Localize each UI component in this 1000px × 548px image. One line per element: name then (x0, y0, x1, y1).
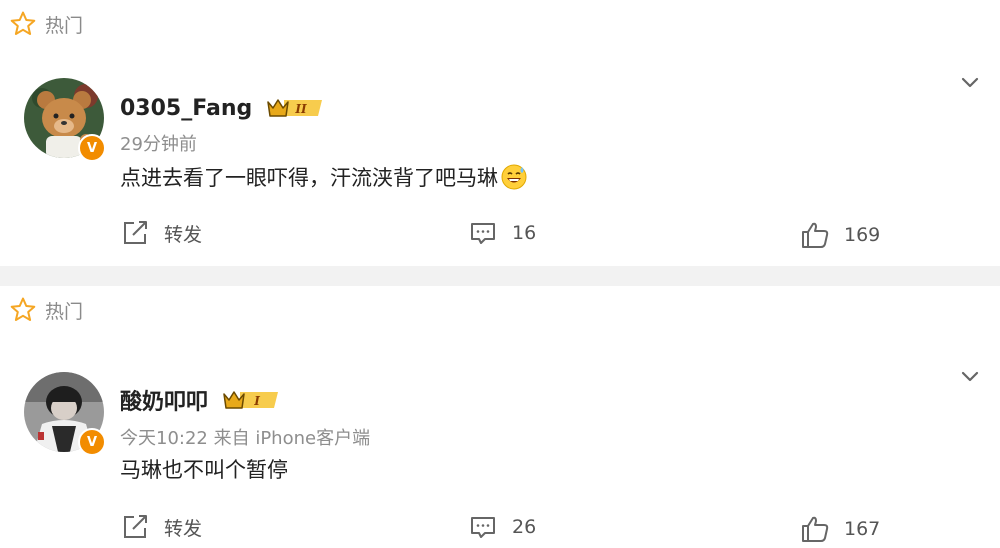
hot-tag: 热门 (9, 296, 83, 324)
forward-label: 转发 (164, 517, 203, 540)
hot-label: 热门 (45, 300, 84, 323)
comment-button[interactable]: 26 (468, 512, 536, 542)
hot-label: 热门 (45, 14, 84, 37)
vip-crown-icon[interactable]: I (220, 388, 282, 412)
chevron-down-icon[interactable] (958, 70, 982, 94)
username[interactable]: 0305_Fang (120, 96, 252, 121)
vip-crown-icon[interactable]: II (264, 96, 326, 120)
sweat-smile-emoji (501, 164, 527, 190)
comment-button[interactable]: 16 (468, 218, 536, 248)
forward-icon (124, 221, 147, 244)
comment-count: 26 (512, 516, 537, 538)
like-icon (802, 222, 829, 248)
avatar[interactable]: V (24, 78, 106, 162)
verified-badge: V (78, 134, 106, 162)
forward-label: 转发 (164, 223, 203, 246)
chevron-down-icon[interactable] (958, 364, 982, 388)
like-icon (802, 516, 829, 542)
star-outline-icon (10, 11, 36, 35)
verified-v-icon: V (86, 434, 98, 450)
like-count: 167 (844, 518, 881, 540)
forward-button[interactable]: 转发 (120, 512, 202, 542)
comment-card: 热门 V 酸奶叩叩 I 今天10:22 来自 iPhone客户端 马琳也不叫个暂… (0, 286, 1000, 548)
comment-feed: 热门 V 0305_Fang II 29分钟前 点进去看了一眼吓得，汗流浃背了吧… (0, 0, 1000, 548)
comment-time-source: 今天10:22 来自 iPhone客户端 (120, 428, 371, 449)
comment-text: 马琳也不叫个暂停 (120, 458, 288, 482)
author-row: 酸奶叩叩 I (120, 384, 282, 416)
verified-v-icon: V (86, 140, 98, 156)
like-button[interactable]: 169 (800, 220, 880, 250)
username[interactable]: 酸奶叩叩 (120, 384, 208, 416)
comment-icon (471, 517, 495, 538)
verified-badge: V (78, 428, 106, 456)
comment-card: 热门 V 0305_Fang II 29分钟前 点进去看了一眼吓得，汗流浃背了吧… (0, 0, 1000, 266)
like-button[interactable]: 167 (800, 514, 880, 544)
forward-icon (124, 515, 147, 538)
hot-tag: 热门 (9, 10, 83, 38)
comment-icon (471, 223, 495, 244)
avatar[interactable]: V (24, 372, 106, 456)
comment-text: 点进去看了一眼吓得，汗流浃背了吧马琳 (120, 166, 498, 190)
level-badge-text: II (295, 102, 308, 116)
comment-count: 16 (512, 222, 537, 244)
level-badge-text: I (253, 394, 260, 408)
comment-text-row: 马琳也不叫个暂停 (120, 454, 288, 484)
forward-button[interactable]: 转发 (120, 218, 202, 248)
comment-time: 29分钟前 (120, 134, 197, 155)
star-outline-icon (10, 297, 36, 321)
comment-text-row: 点进去看了一眼吓得，汗流浃背了吧马琳 (120, 162, 528, 192)
like-count: 169 (844, 224, 881, 246)
comment-separator (0, 266, 1000, 286)
author-row: 0305_Fang II (120, 92, 326, 124)
